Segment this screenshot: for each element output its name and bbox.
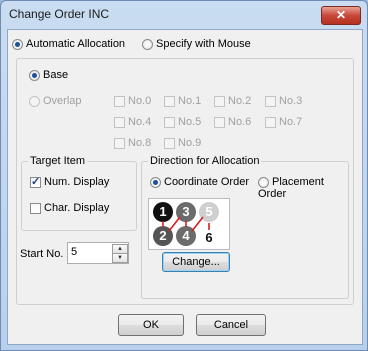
- slot-no6-checkbox[interactable]: No.6: [214, 116, 251, 128]
- slot-label: No.5: [178, 116, 202, 129]
- slot-no0-checkbox[interactable]: No.0: [114, 95, 151, 107]
- slot-no7-checkbox[interactable]: No.7: [265, 116, 302, 128]
- slot-no8-checkbox[interactable]: No.8: [114, 137, 151, 149]
- spin-down-button[interactable]: ▼: [112, 253, 128, 263]
- overlap-option[interactable]: Overlap: [29, 95, 82, 107]
- overlap-radio[interactable]: [29, 95, 40, 107]
- checkbox-box[interactable]: [265, 116, 276, 128]
- overlap-label: Overlap: [43, 95, 82, 108]
- base-radio[interactable]: [29, 69, 40, 81]
- slot-no9-checkbox[interactable]: No.9: [164, 137, 201, 149]
- slot-label: No.3: [279, 95, 303, 108]
- char-display-option[interactable]: Char. Display: [30, 202, 109, 214]
- preview-arrow: [191, 216, 204, 232]
- preview-label: 1: [159, 204, 166, 219]
- slot-no1-checkbox[interactable]: No.1: [164, 95, 201, 107]
- title-bar[interactable]: Change Order INC ✕: [1, 1, 367, 27]
- specify-with-mouse-radio[interactable]: [142, 38, 153, 50]
- preview-arrow: [168, 216, 181, 232]
- slot-no5-checkbox[interactable]: No.5: [164, 116, 201, 128]
- allocation-preview: 1 3 5 2 4 6: [148, 198, 230, 250]
- slot-no2-checkbox[interactable]: No.2: [214, 95, 251, 107]
- order-preview-graphic: 1 3 5 2 4 6: [153, 202, 219, 246]
- slot-label: No.9: [178, 137, 202, 150]
- char-display-label: Char. Display: [44, 202, 110, 215]
- specify-with-mouse-option[interactable]: Specify with Mouse: [142, 38, 251, 50]
- num-display-checkbox[interactable]: [30, 175, 41, 188]
- checkbox-box[interactable]: [114, 116, 125, 128]
- change-button-label: Change...: [172, 256, 220, 268]
- cancel-button-label: Cancel: [213, 319, 249, 331]
- specify-with-mouse-label: Specify with Mouse: [156, 38, 251, 51]
- checkbox-box[interactable]: [214, 95, 225, 107]
- automatic-allocation-option[interactable]: Automatic Allocation: [12, 38, 125, 50]
- checkbox-box[interactable]: [114, 137, 125, 149]
- checkbox-box[interactable]: [164, 116, 175, 128]
- slot-label: No.6: [228, 116, 252, 129]
- base-label: Base: [43, 69, 69, 82]
- placement-order-option[interactable]: Placement Order: [258, 176, 348, 200]
- preview-label: 2: [159, 228, 166, 243]
- base-option[interactable]: Base: [29, 69, 68, 81]
- num-display-option[interactable]: Num. Display: [30, 175, 110, 189]
- dialog-window: Change Order INC ✕ Automatic Allocation …: [0, 0, 368, 351]
- char-display-checkbox[interactable]: [30, 202, 41, 214]
- dialog-client-area: Automatic Allocation Specify with Mouse …: [7, 29, 363, 345]
- target-item-legend: Target Item: [28, 155, 88, 167]
- coordinate-order-radio[interactable]: [150, 176, 161, 188]
- checkbox-box[interactable]: [164, 137, 175, 149]
- direction-group: Direction for Allocation Coordinate Orde…: [141, 155, 349, 299]
- slot-no4-checkbox[interactable]: No.4: [114, 116, 151, 128]
- coordinate-order-label: Coordinate Order: [164, 176, 249, 189]
- slot-label: No.2: [228, 95, 252, 108]
- close-icon: ✕: [335, 8, 347, 22]
- allocation-panel: Base Overlap No.0 No.1 No.2 No.3 No.4 No…: [16, 58, 354, 305]
- start-no-label: Start No.: [20, 248, 64, 260]
- close-button[interactable]: ✕: [321, 6, 361, 25]
- checkbox-box[interactable]: [114, 95, 125, 107]
- coordinate-order-option[interactable]: Coordinate Order: [150, 176, 249, 188]
- ok-button[interactable]: OK: [118, 314, 184, 336]
- num-display-label: Num. Display: [44, 176, 110, 189]
- slot-label: No.0: [128, 95, 152, 108]
- checkbox-box[interactable]: [214, 116, 225, 128]
- slot-label: No.8: [128, 137, 152, 150]
- checkbox-box[interactable]: [265, 95, 276, 107]
- start-no-value[interactable]: 5: [71, 246, 77, 258]
- direction-legend: Direction for Allocation: [148, 155, 262, 167]
- automatic-allocation-label: Automatic Allocation: [26, 38, 126, 51]
- change-button[interactable]: Change...: [162, 252, 230, 272]
- preview-label: 6: [205, 230, 212, 245]
- ok-button-label: OK: [143, 319, 159, 331]
- automatic-allocation-radio[interactable]: [12, 38, 23, 50]
- placement-order-radio[interactable]: [258, 176, 269, 188]
- target-item-group: Target Item Num. Display Char. Display: [21, 155, 137, 231]
- window-title: Change Order INC: [9, 7, 110, 21]
- checkbox-box[interactable]: [164, 95, 175, 107]
- slot-label: No.7: [279, 116, 303, 129]
- slot-no3-checkbox[interactable]: No.3: [265, 95, 302, 107]
- arrow-up-icon: ▲: [117, 246, 123, 252]
- start-no-spinbox[interactable]: 5 ▲ ▼: [67, 242, 129, 264]
- slot-label: No.1: [178, 95, 202, 108]
- arrow-down-icon: ▼: [117, 255, 123, 261]
- preview-label: 3: [182, 204, 189, 219]
- cancel-button[interactable]: Cancel: [196, 314, 266, 336]
- slot-label: No.4: [128, 116, 152, 129]
- preview-label: 5: [205, 204, 212, 219]
- preview-label: 4: [182, 228, 190, 243]
